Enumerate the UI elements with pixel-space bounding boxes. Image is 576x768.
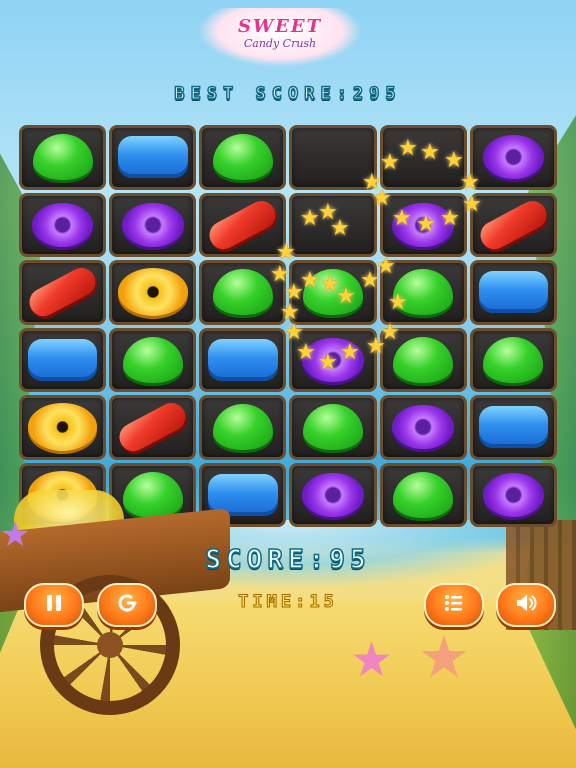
purple-candy[interactable] bbox=[482, 135, 545, 180]
green-candy[interactable] bbox=[393, 269, 454, 316]
green-candy[interactable] bbox=[303, 404, 364, 451]
purple-candy[interactable] bbox=[482, 472, 545, 517]
board-cell[interactable] bbox=[469, 327, 557, 392]
green-candy[interactable] bbox=[122, 336, 183, 383]
green-candy[interactable] bbox=[122, 471, 183, 518]
board-cell[interactable] bbox=[469, 260, 557, 325]
green-candy[interactable] bbox=[303, 269, 364, 316]
candy-board[interactable] bbox=[19, 125, 557, 527]
board-cell[interactable] bbox=[109, 125, 197, 190]
restart-icon bbox=[115, 591, 139, 620]
board-cell[interactable] bbox=[199, 395, 287, 460]
yellow-candy[interactable] bbox=[27, 403, 98, 452]
board-cell[interactable] bbox=[469, 192, 557, 257]
board-cell[interactable] bbox=[469, 125, 557, 190]
green-candy[interactable] bbox=[212, 404, 273, 451]
green-candy[interactable] bbox=[212, 269, 273, 316]
yellow-candy[interactable] bbox=[117, 268, 188, 317]
logo-subtitle: Candy Crush bbox=[243, 37, 317, 50]
pink-starfish: ★ bbox=[350, 632, 394, 688]
best-score: BEST SCORE:295 bbox=[174, 83, 402, 105]
board-cell[interactable] bbox=[199, 192, 287, 257]
sound-button[interactable] bbox=[496, 583, 556, 627]
board-cell[interactable] bbox=[289, 327, 377, 392]
red-candy[interactable] bbox=[24, 263, 101, 322]
red-candy[interactable] bbox=[204, 195, 282, 254]
board-cell[interactable] bbox=[199, 125, 287, 190]
list-menu-icon bbox=[442, 591, 466, 620]
purple-candy[interactable] bbox=[392, 405, 455, 450]
red-candy[interactable] bbox=[114, 398, 191, 457]
board-cell[interactable] bbox=[289, 260, 377, 325]
purple-candy[interactable] bbox=[392, 202, 455, 247]
board-cell[interactable] bbox=[19, 260, 107, 325]
board-cell[interactable] bbox=[199, 327, 287, 392]
logo-title: SWEET bbox=[237, 16, 323, 37]
board-cell[interactable] bbox=[109, 395, 197, 460]
purple-candy[interactable] bbox=[302, 337, 364, 382]
blue-candy[interactable] bbox=[208, 338, 278, 381]
menu-button[interactable] bbox=[424, 583, 484, 627]
restart-button[interactable] bbox=[97, 583, 157, 627]
board-cell[interactable] bbox=[289, 125, 377, 190]
board-cell[interactable] bbox=[19, 125, 107, 190]
board-cell[interactable] bbox=[379, 260, 467, 325]
board-cell[interactable] bbox=[469, 462, 557, 527]
board-cell[interactable] bbox=[379, 462, 467, 527]
purple-candy[interactable] bbox=[31, 202, 94, 247]
board-cell[interactable] bbox=[379, 327, 467, 392]
green-candy[interactable] bbox=[393, 471, 454, 518]
blue-candy[interactable] bbox=[478, 271, 549, 314]
purple-candy[interactable] bbox=[121, 202, 184, 247]
board-cell[interactable] bbox=[19, 192, 107, 257]
board-cell[interactable] bbox=[469, 395, 557, 460]
board-cell[interactable] bbox=[199, 260, 287, 325]
purple-candy[interactable] bbox=[302, 472, 364, 517]
board-cell[interactable] bbox=[289, 462, 377, 527]
blue-candy[interactable] bbox=[478, 406, 549, 449]
current-score: SCORE:95 bbox=[205, 544, 371, 576]
orange-starfish: ★ bbox=[418, 623, 470, 691]
blue-candy[interactable] bbox=[27, 338, 98, 381]
board-cell[interactable] bbox=[109, 260, 197, 325]
game-logo: SWEET Candy Crush bbox=[200, 8, 360, 66]
board-cell[interactable] bbox=[19, 327, 107, 392]
board-cell[interactable] bbox=[109, 327, 197, 392]
speaker-icon bbox=[514, 591, 538, 620]
board-cell[interactable] bbox=[379, 125, 467, 190]
board-cell[interactable] bbox=[289, 395, 377, 460]
board-cell[interactable] bbox=[19, 395, 107, 460]
blue-candy[interactable] bbox=[117, 136, 188, 179]
pause-icon bbox=[42, 591, 66, 620]
board-cell[interactable] bbox=[379, 192, 467, 257]
green-candy[interactable] bbox=[393, 336, 454, 383]
board-cell[interactable] bbox=[109, 192, 197, 257]
board-cell[interactable] bbox=[379, 395, 467, 460]
board-cell[interactable] bbox=[289, 192, 377, 257]
red-candy[interactable] bbox=[475, 195, 552, 254]
green-candy[interactable] bbox=[32, 134, 93, 181]
green-candy[interactable] bbox=[483, 336, 544, 383]
time-remaining: TIME:15 bbox=[238, 592, 338, 613]
purple-starfish: ★ bbox=[0, 515, 31, 555]
green-candy[interactable] bbox=[212, 134, 273, 181]
pause-button[interactable] bbox=[24, 583, 84, 627]
